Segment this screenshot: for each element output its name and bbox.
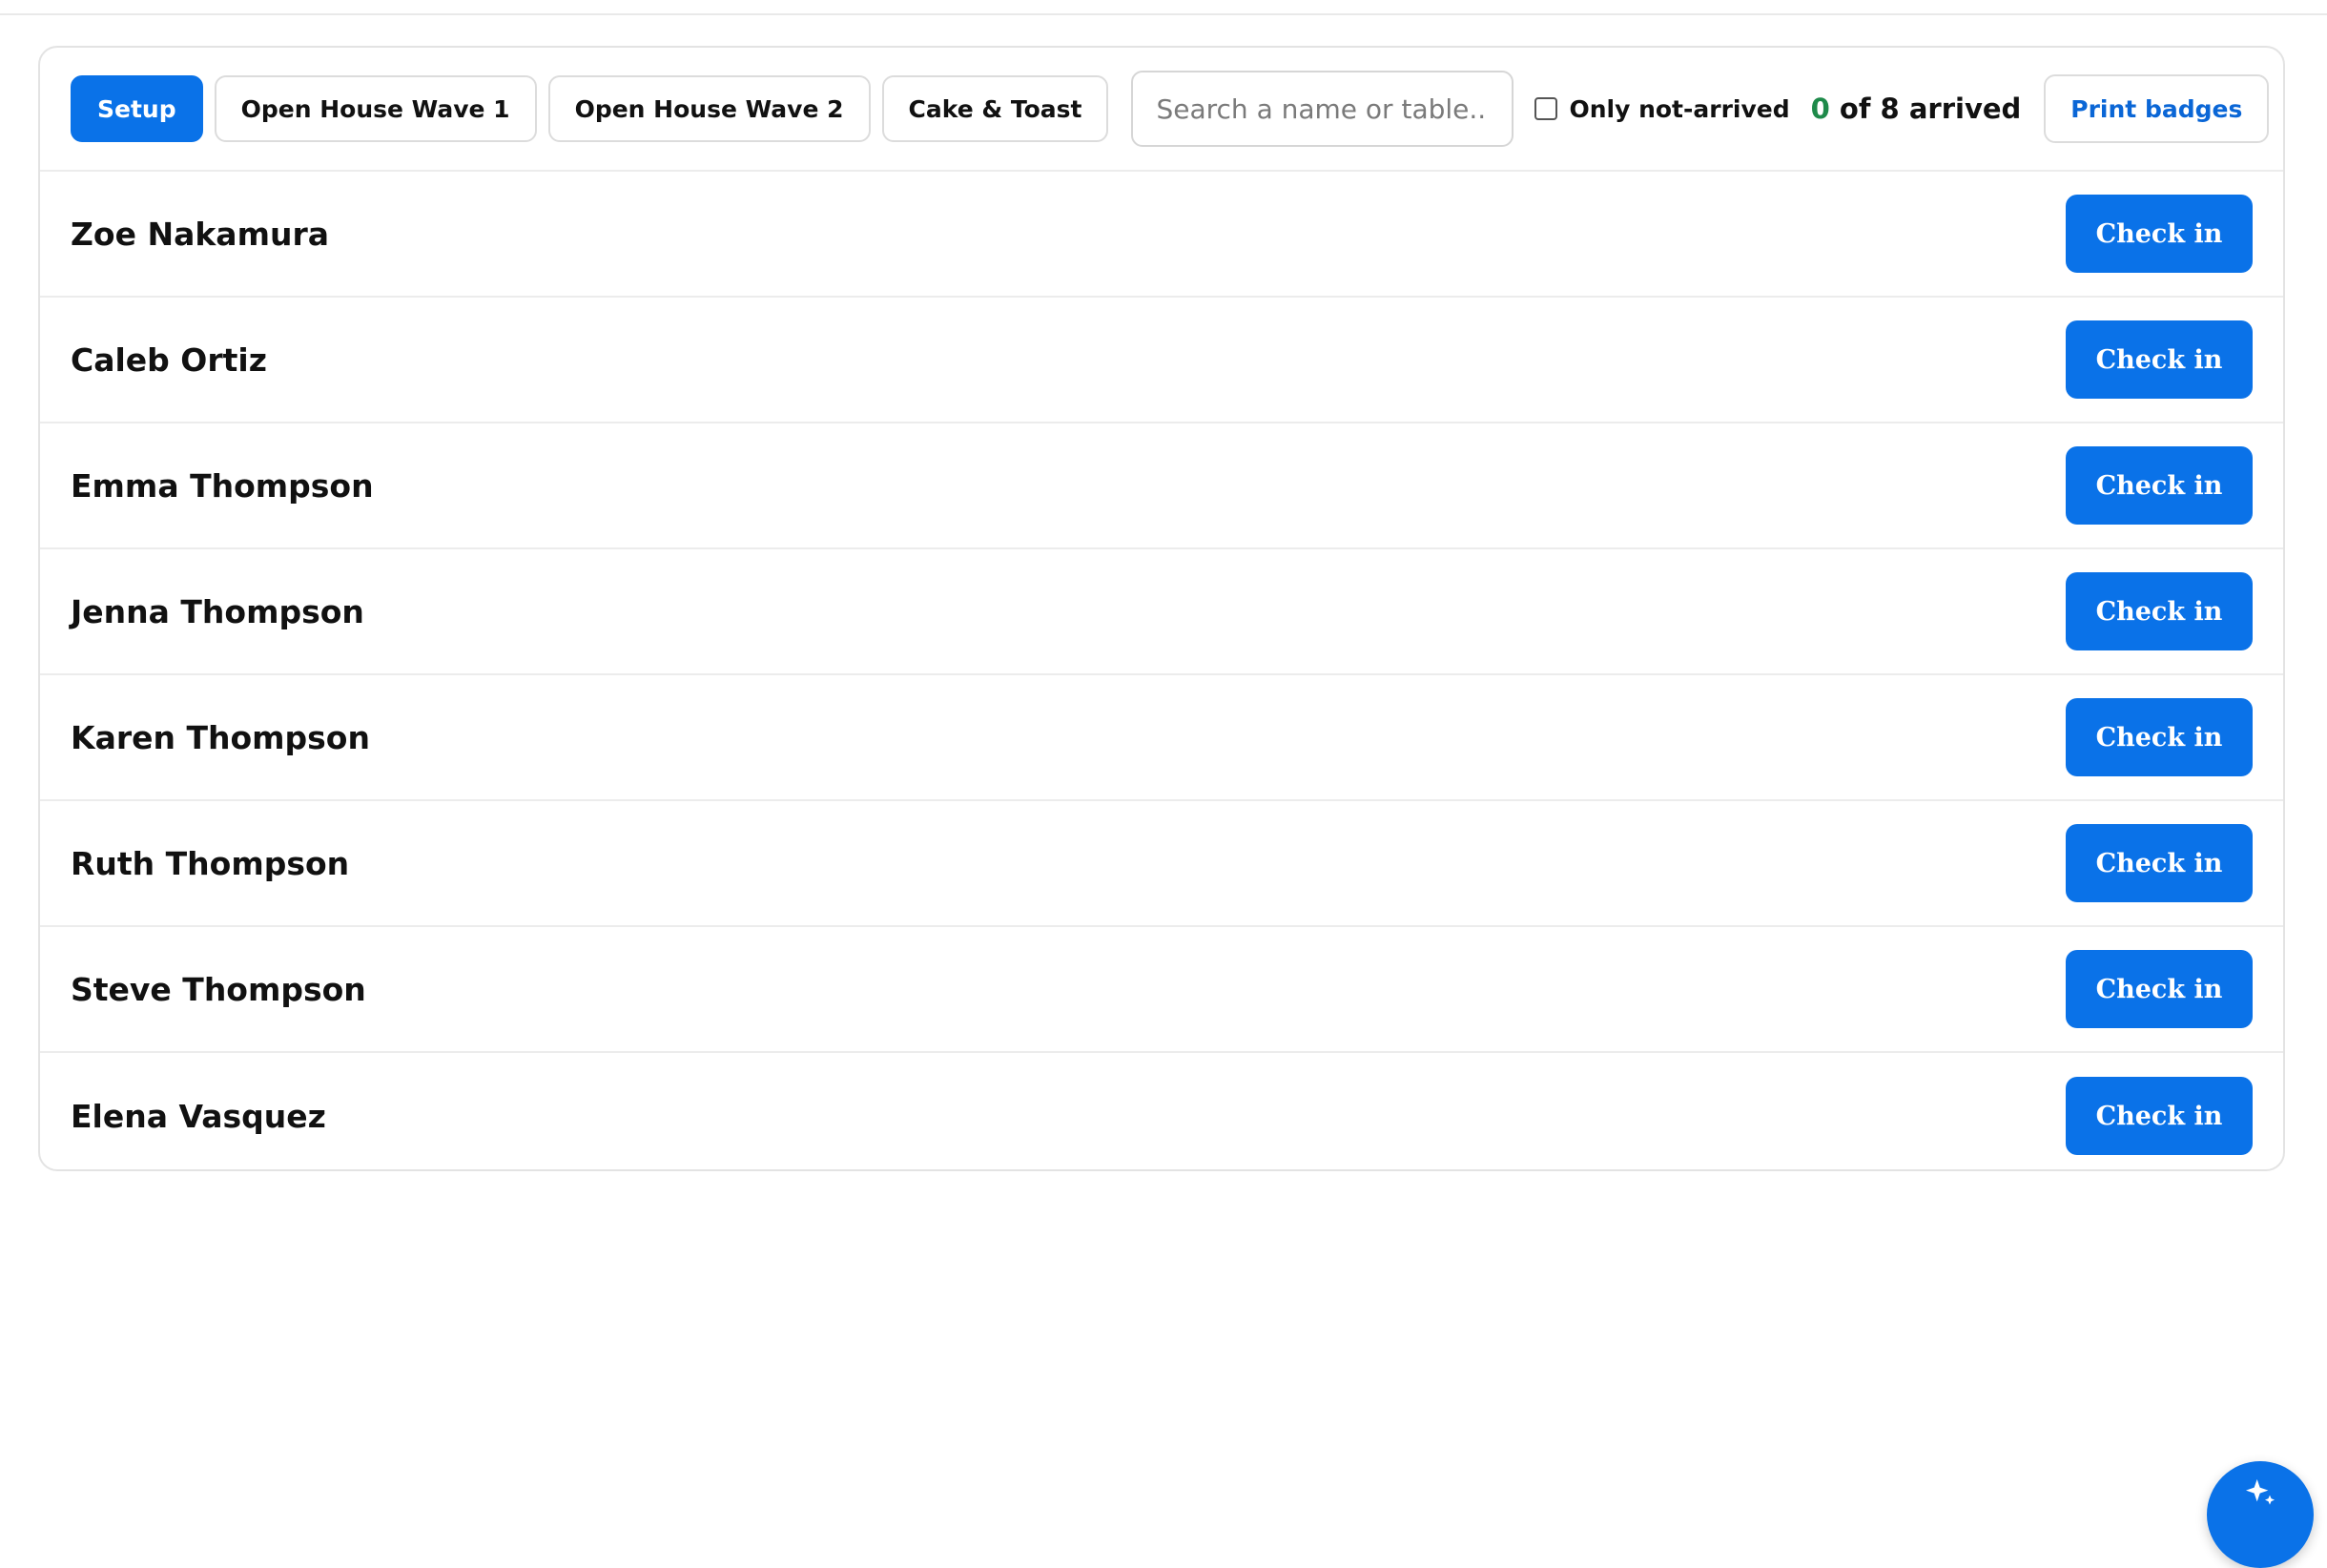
- arrived-count: 0: [1810, 93, 1830, 125]
- arrival-total-text: of 8 arrived: [1829, 93, 2022, 125]
- table-row: Emma Thompson Check in: [40, 423, 2283, 549]
- guest-name: Zoe Nakamura: [71, 215, 329, 253]
- table-row: Elena Vasquez Check in: [40, 1053, 2283, 1169]
- check-in-button[interactable]: Check in: [2066, 572, 2253, 650]
- assistant-fab-button[interactable]: [2207, 1461, 2314, 1568]
- check-in-button[interactable]: Check in: [2066, 195, 2253, 273]
- check-in-button[interactable]: Check in: [2066, 1077, 2253, 1155]
- search-input[interactable]: [1131, 71, 1514, 147]
- table-row: Karen Thompson Check in: [40, 675, 2283, 801]
- guest-name: Elena Vasquez: [71, 1097, 326, 1135]
- check-in-button[interactable]: Check in: [2066, 824, 2253, 902]
- guest-name: Karen Thompson: [71, 718, 370, 756]
- arrival-counter: 0 of 8 arrived: [1811, 93, 2022, 125]
- guest-list: Zoe Nakamura Check in Caleb Ortiz Check …: [40, 172, 2283, 1169]
- guest-name: Caleb Ortiz: [71, 340, 267, 379]
- table-row: Ruth Thompson Check in: [40, 801, 2283, 927]
- print-badges-button[interactable]: Print badges: [2044, 74, 2270, 143]
- table-row: Jenna Thompson Check in: [40, 549, 2283, 675]
- checkin-panel: Setup Open House Wave 1 Open House Wave …: [38, 46, 2285, 1171]
- check-in-button[interactable]: Check in: [2066, 698, 2253, 776]
- table-row: Zoe Nakamura Check in: [40, 172, 2283, 298]
- check-in-button[interactable]: Check in: [2066, 950, 2253, 1028]
- only-not-arrived-filter[interactable]: Only not-arrived: [1534, 94, 1790, 123]
- guest-name: Ruth Thompson: [71, 844, 350, 882]
- only-not-arrived-label: Only not-arrived: [1569, 94, 1790, 123]
- table-row: Caleb Ortiz Check in: [40, 298, 2283, 423]
- sparkle-icon: [2246, 1479, 2275, 1505]
- guest-name: Emma Thompson: [71, 466, 374, 505]
- top-divider: [0, 0, 2327, 15]
- tab-cake-and-toast[interactable]: Cake & Toast: [881, 75, 1109, 142]
- only-not-arrived-checkbox[interactable]: [1534, 97, 1558, 120]
- table-row: Steve Thompson Check in: [40, 927, 2283, 1053]
- guest-name: Steve Thompson: [71, 970, 366, 1008]
- toolbar: Setup Open House Wave 1 Open House Wave …: [40, 48, 2283, 172]
- check-in-button[interactable]: Check in: [2066, 446, 2253, 525]
- tab-open-house-wave-1[interactable]: Open House Wave 1: [214, 75, 537, 142]
- tab-setup[interactable]: Setup: [71, 75, 203, 142]
- tab-open-house-wave-2[interactable]: Open House Wave 2: [547, 75, 871, 142]
- guest-name: Jenna Thompson: [71, 592, 364, 630]
- check-in-button[interactable]: Check in: [2066, 320, 2253, 399]
